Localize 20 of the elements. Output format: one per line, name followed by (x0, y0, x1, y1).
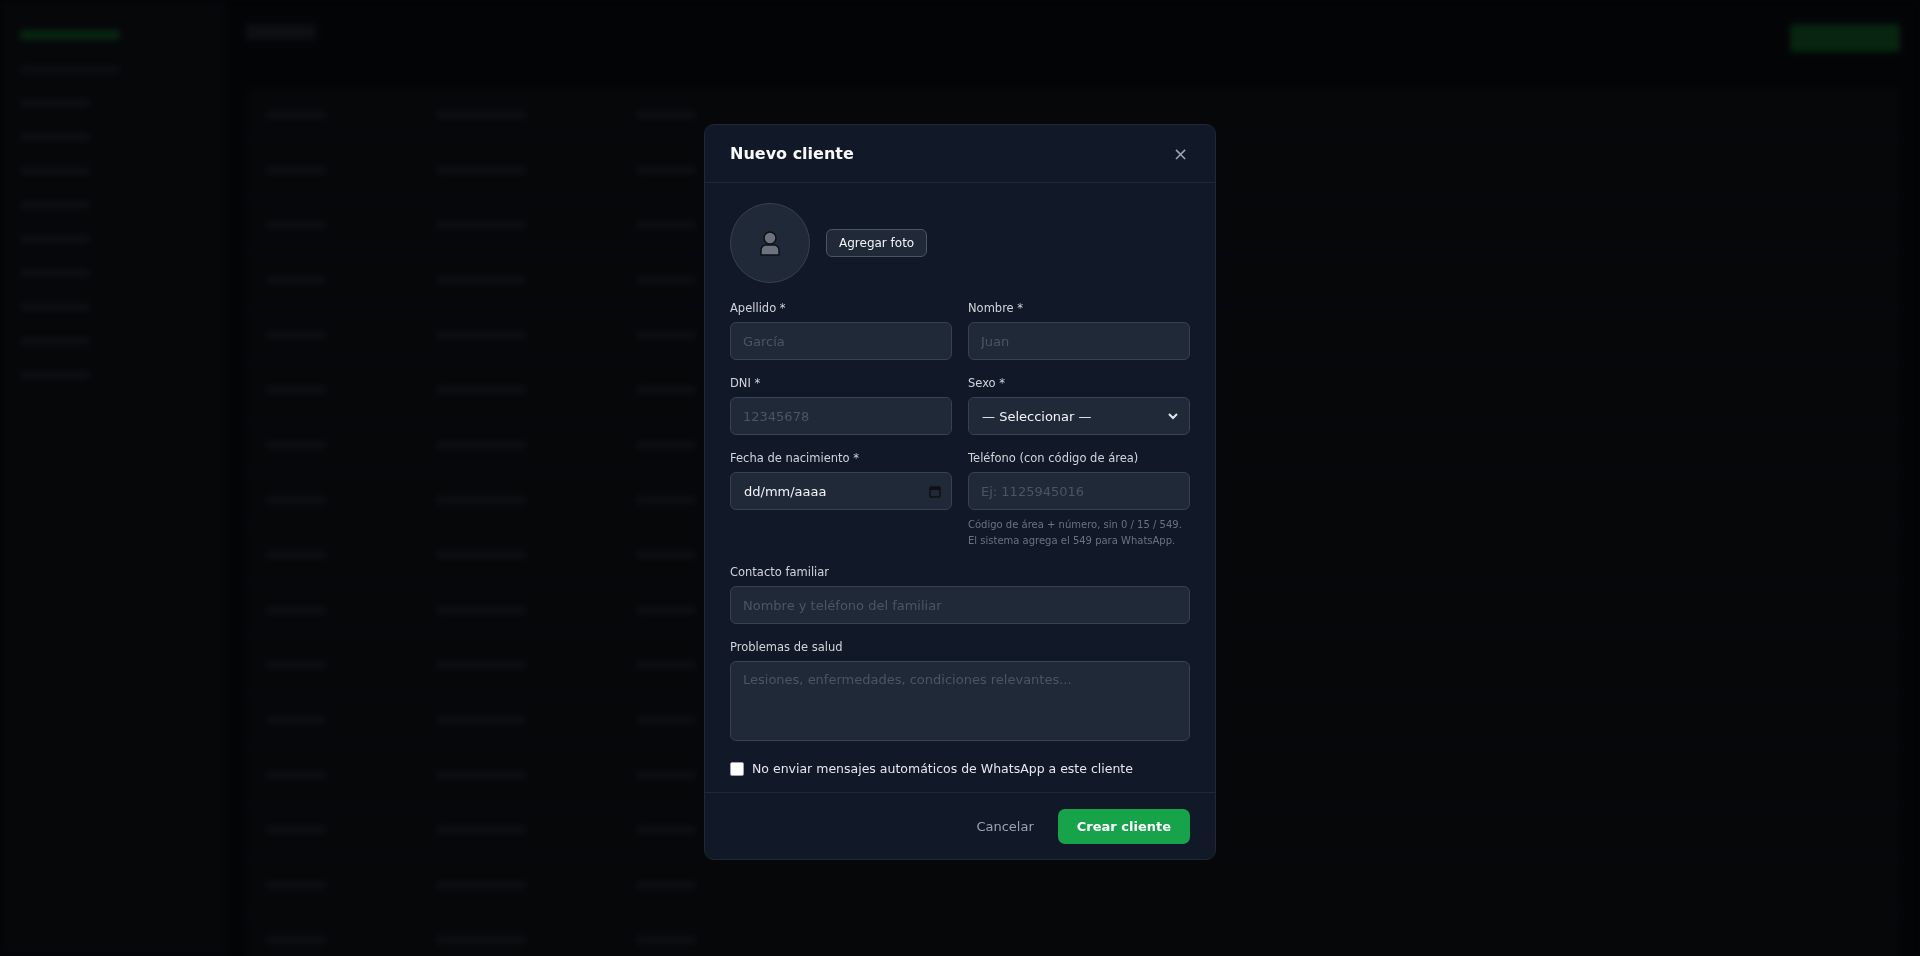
close-button[interactable]: × (1170, 143, 1190, 164)
select-field[interactable]: — Seleccionar — (968, 397, 1190, 435)
person-silhouette-icon (759, 230, 781, 256)
date-field[interactable]: dd/mm/aaaa (730, 472, 952, 510)
field-label: Sexo * (968, 376, 1007, 390)
dialog-title: Nuevo cliente (730, 144, 854, 163)
calendar-icon (929, 484, 941, 498)
chevron-down-icon (1167, 410, 1179, 422)
add-photo-button[interactable]: Agregar foto (826, 229, 928, 257)
checkbox[interactable] (730, 761, 744, 776)
field-label: Apellido * (730, 301, 787, 315)
field-label: Nombre * (968, 301, 1025, 315)
field-label: Problemas de salud (730, 640, 844, 654)
field-hint: Código de área + número, sin 0 / 15 / 549. El sistema agrega el 549 para WhatsApp. (968, 518, 1183, 548)
field-label: DNI * (730, 376, 762, 390)
field-label: Fecha de nacimiento * (730, 451, 860, 465)
field-label: Teléfono (con código de área) (968, 451, 1140, 465)
checkbox-label: No enviar mensajes automáticos de WhatsApp a este cliente (752, 761, 1133, 776)
cancel-button[interactable]: Cancelar (976, 811, 1034, 842)
field-label: Contacto familiar (730, 565, 831, 579)
